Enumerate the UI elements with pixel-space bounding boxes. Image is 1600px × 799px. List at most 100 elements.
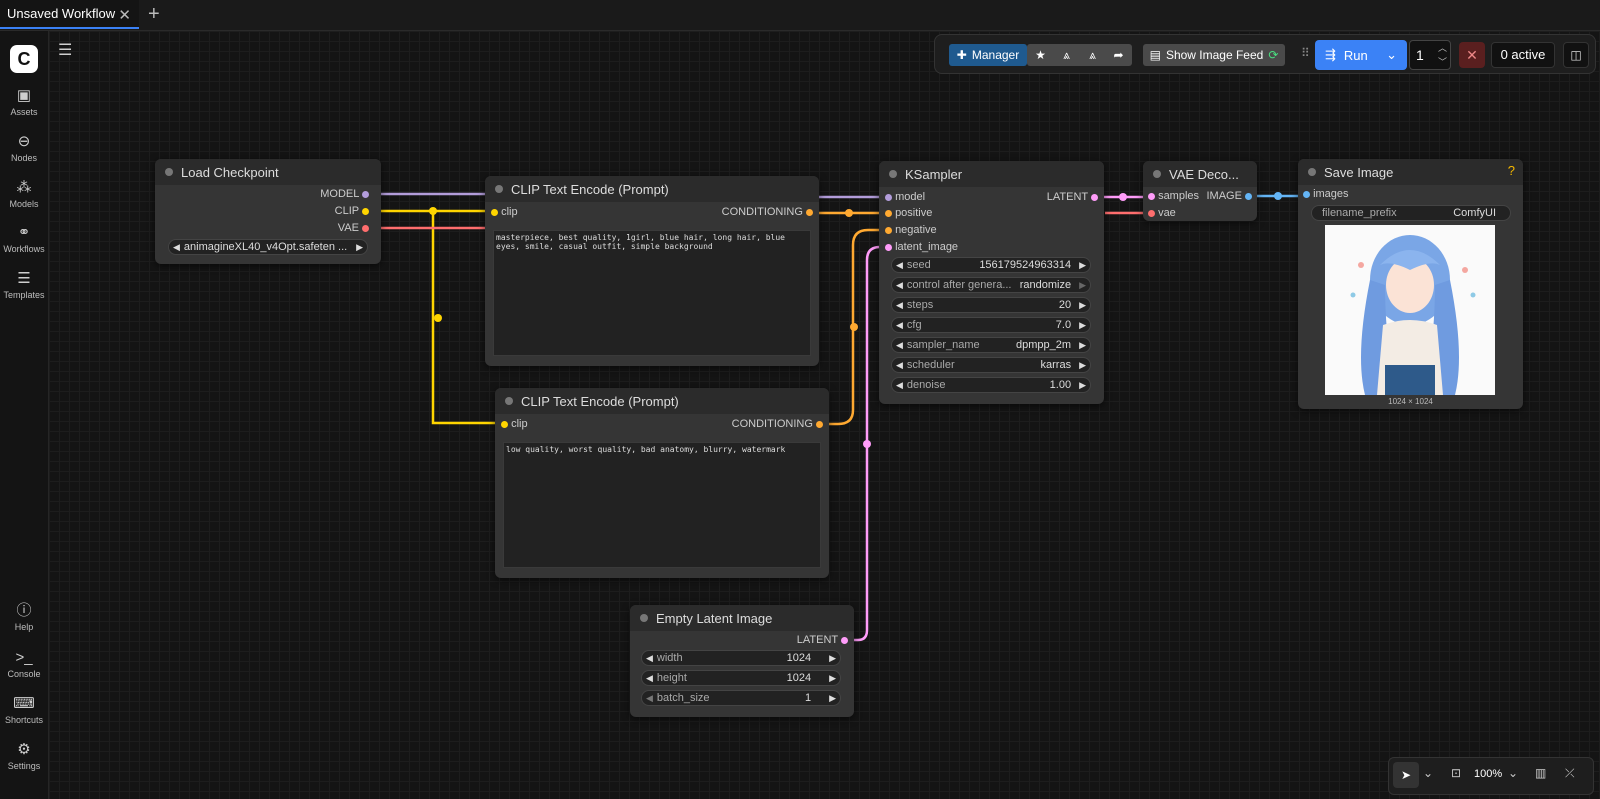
node-header[interactable]: CLIP Text Encode (Prompt) [485,176,819,202]
slot-dot[interactable] [362,207,369,215]
unload-models-icon[interactable]: ⩓ [1054,48,1080,63]
slot-dot[interactable] [885,209,892,217]
right-arrow-icon[interactable]: ▶ [1075,360,1090,371]
input-images[interactable]: images [1303,188,1349,200]
decrement-icon[interactable]: ﹀ [1438,55,1447,68]
slot-dot[interactable] [806,208,813,216]
left-arrow-icon[interactable]: ◀ [642,693,657,704]
node-ksampler[interactable]: KSampler model positive negative latent_… [879,161,1104,404]
help-icon[interactable]: ? [1508,163,1515,178]
node-empty-latent-image[interactable]: Empty Latent Image LATENT ◀ width 1024 ▶ ◀ h… [630,605,854,717]
manager-button[interactable]: ✚ Manager [949,44,1027,66]
node-save-image[interactable]: Save Image ? images filename_prefix Comfy… [1298,159,1523,409]
chevron-down-icon[interactable]: ⌄ [1508,766,1518,780]
queue-count-input[interactable]: 1 ︿ ﹀ [1409,40,1451,70]
node-header[interactable]: Empty Latent Image [630,605,854,631]
node-clip-text-encode-negative[interactable]: CLIP Text Encode (Prompt) clip CONDITION… [495,388,829,578]
width-widget[interactable]: ◀ width 1024 ▶ [641,650,841,666]
ckpt-name-combo[interactable]: ◀ animagineXL40_v4Opt.safeten ... ▶ [168,239,368,255]
left-arrow-icon[interactable]: ◀ [892,340,907,351]
drag-handle-icon[interactable]: ⠿ [1301,46,1310,60]
collapse-dot[interactable] [1308,168,1316,176]
chevron-down-icon[interactable]: ⌄ [1423,766,1433,780]
right-arrow-icon[interactable]: ▶ [1075,380,1090,391]
right-arrow-icon[interactable]: ▶ [825,693,840,704]
image-preview[interactable] [1325,225,1495,395]
node-load-checkpoint[interactable]: Load Checkpoint MODEL CLIP VAE ◀ animagi… [155,159,381,264]
free-memory-icon[interactable]: ⩓ [1080,48,1106,63]
output-conditioning[interactable]: CONDITIONING [732,418,823,430]
node-header[interactable]: CLIP Text Encode (Prompt) [495,388,829,414]
slot-dot[interactable] [362,190,369,198]
slot-dot[interactable] [841,636,848,644]
output-latent[interactable]: LATENT [797,634,848,646]
right-arrow-icon[interactable]: ▶ [1075,300,1090,311]
slot-dot[interactable] [885,243,892,251]
node-vae-decode[interactable]: VAE Deco... samples vae IMAGE [1143,161,1257,221]
node-header[interactable]: Save Image ? [1298,159,1523,185]
right-arrow-icon[interactable]: ▶ [825,653,840,664]
prompt-textarea[interactable]: low quality, worst quality, bad anatomy,… [503,442,821,568]
input-clip[interactable]: clip [491,206,518,218]
node-header[interactable]: Load Checkpoint [155,159,381,185]
output-conditioning[interactable]: CONDITIONING [722,206,813,218]
slot-dot[interactable] [1245,192,1252,200]
node-header[interactable]: VAE Deco... [1143,161,1257,187]
left-arrow-icon[interactable]: ◀ [892,360,907,371]
node-header[interactable]: KSampler [879,161,1104,187]
input-vae[interactable]: vae [1148,207,1176,219]
slot-dot[interactable] [1091,193,1098,201]
height-widget[interactable]: ◀ height 1024 ▶ [641,670,841,686]
left-arrow-icon[interactable]: ◀ [892,280,907,291]
input-positive[interactable]: positive [885,207,932,219]
collapse-dot[interactable] [495,185,503,193]
right-arrow-icon[interactable]: ▶ [352,242,367,253]
seed-widget[interactable]: ◀ seed 156179524963314 ▶ [891,257,1091,273]
slot-dot[interactable] [816,420,823,428]
zoom-level[interactable]: 100% [1474,768,1502,780]
active-queue-indicator[interactable]: 0 active [1491,42,1555,68]
show-image-feed-button[interactable]: ▤ Show Image Feed ⟳ [1143,44,1285,66]
slot-dot[interactable] [491,208,498,216]
increment-icon[interactable]: ︿ [1438,41,1447,54]
collapse-dot[interactable] [505,397,513,405]
share-icon[interactable]: ➦ [1106,48,1132,62]
input-clip[interactable]: clip [501,418,528,430]
slot-dot[interactable] [1148,209,1155,217]
select-tool-icon[interactable]: ➤ [1393,762,1419,788]
left-arrow-icon[interactable]: ◀ [642,673,657,684]
left-arrow-icon[interactable]: ◀ [642,653,657,664]
collapse-dot[interactable] [1153,170,1161,178]
right-arrow-icon[interactable]: ▶ [1075,320,1090,331]
prompt-textarea[interactable]: masterpiece, best quality, 1girl, blue h… [493,230,811,356]
sampler-name-widget[interactable]: ◀ sampler_name dpmpp_2m ▶ [891,337,1091,353]
left-arrow-icon[interactable]: ◀ [892,260,907,271]
right-arrow-icon[interactable]: ▶ [1075,280,1090,291]
star-icon[interactable]: ★ [1028,48,1054,62]
slot-dot[interactable] [885,226,892,234]
slot-dot[interactable] [362,224,369,232]
input-negative[interactable]: negative [885,224,937,236]
slot-dot[interactable] [885,193,892,201]
left-arrow-icon[interactable]: ◀ [892,300,907,311]
scheduler-widget[interactable]: ◀ scheduler karras ▶ [891,357,1091,373]
left-arrow-icon[interactable]: ◀ [892,380,907,391]
right-arrow-icon[interactable]: ▶ [1075,340,1090,351]
input-latent-image[interactable]: latent_image [885,241,958,253]
slot-dot[interactable] [1148,192,1155,200]
output-vae[interactable]: VAE [338,222,369,234]
steps-widget[interactable]: ◀ steps 20 ▶ [891,297,1091,313]
slot-dot[interactable] [1303,190,1310,198]
cancel-button[interactable]: ✕ [1459,42,1485,68]
left-arrow-icon[interactable]: ◀ [892,320,907,331]
chevron-down-icon[interactable]: ⌄ [1386,47,1397,63]
collapse-dot[interactable] [640,614,648,622]
collapse-dot[interactable] [165,168,173,176]
collapse-dot[interactable] [889,170,897,178]
control-after-generate-widget[interactable]: ◀ control after genera... randomize ▶ [891,277,1091,293]
filename-prefix-widget[interactable]: filename_prefix ComfyUI [1311,205,1511,221]
output-latent[interactable]: LATENT [1047,191,1098,203]
right-arrow-icon[interactable]: ▶ [1075,260,1090,271]
minimap-icon[interactable]: ▥ [1535,766,1546,780]
input-samples[interactable]: samples [1148,190,1199,202]
